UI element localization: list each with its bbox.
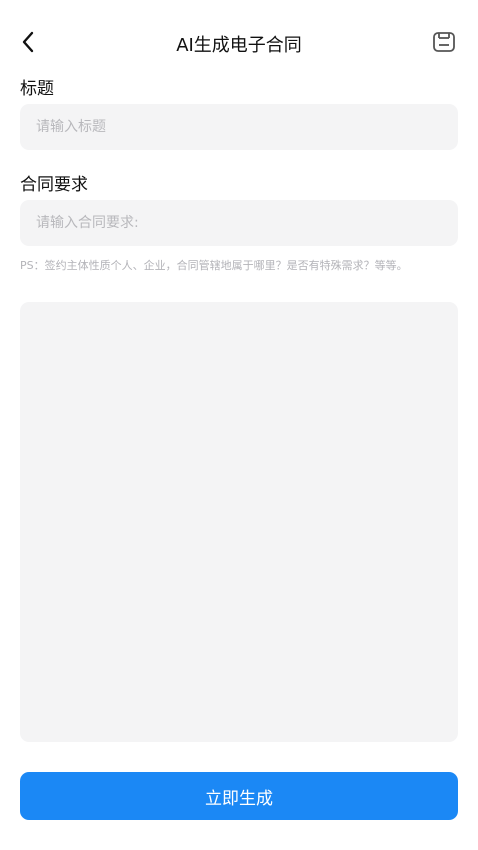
page: AI生成电子合同 标题 合同要求 PS：签约主体性质个人、企业，合同管辖地属于哪… <box>0 0 478 850</box>
requirement-hint: PS：签约主体性质个人、企业，合同管辖地属于哪里？是否有特殊需求？等等。 <box>20 259 408 272</box>
save-button[interactable] <box>430 28 458 56</box>
title-label: 标题 <box>20 79 54 99</box>
page-title: AI生成电子合同 <box>176 35 302 56</box>
requirement-label: 合同要求 <box>20 175 88 195</box>
header: AI生成电子合同 <box>0 22 478 64</box>
generate-button[interactable]: 立即生成 <box>20 772 458 820</box>
contract-content-textarea[interactable] <box>20 302 458 742</box>
save-icon <box>433 32 455 52</box>
requirement-input[interactable] <box>20 200 458 246</box>
title-input[interactable] <box>20 104 458 150</box>
